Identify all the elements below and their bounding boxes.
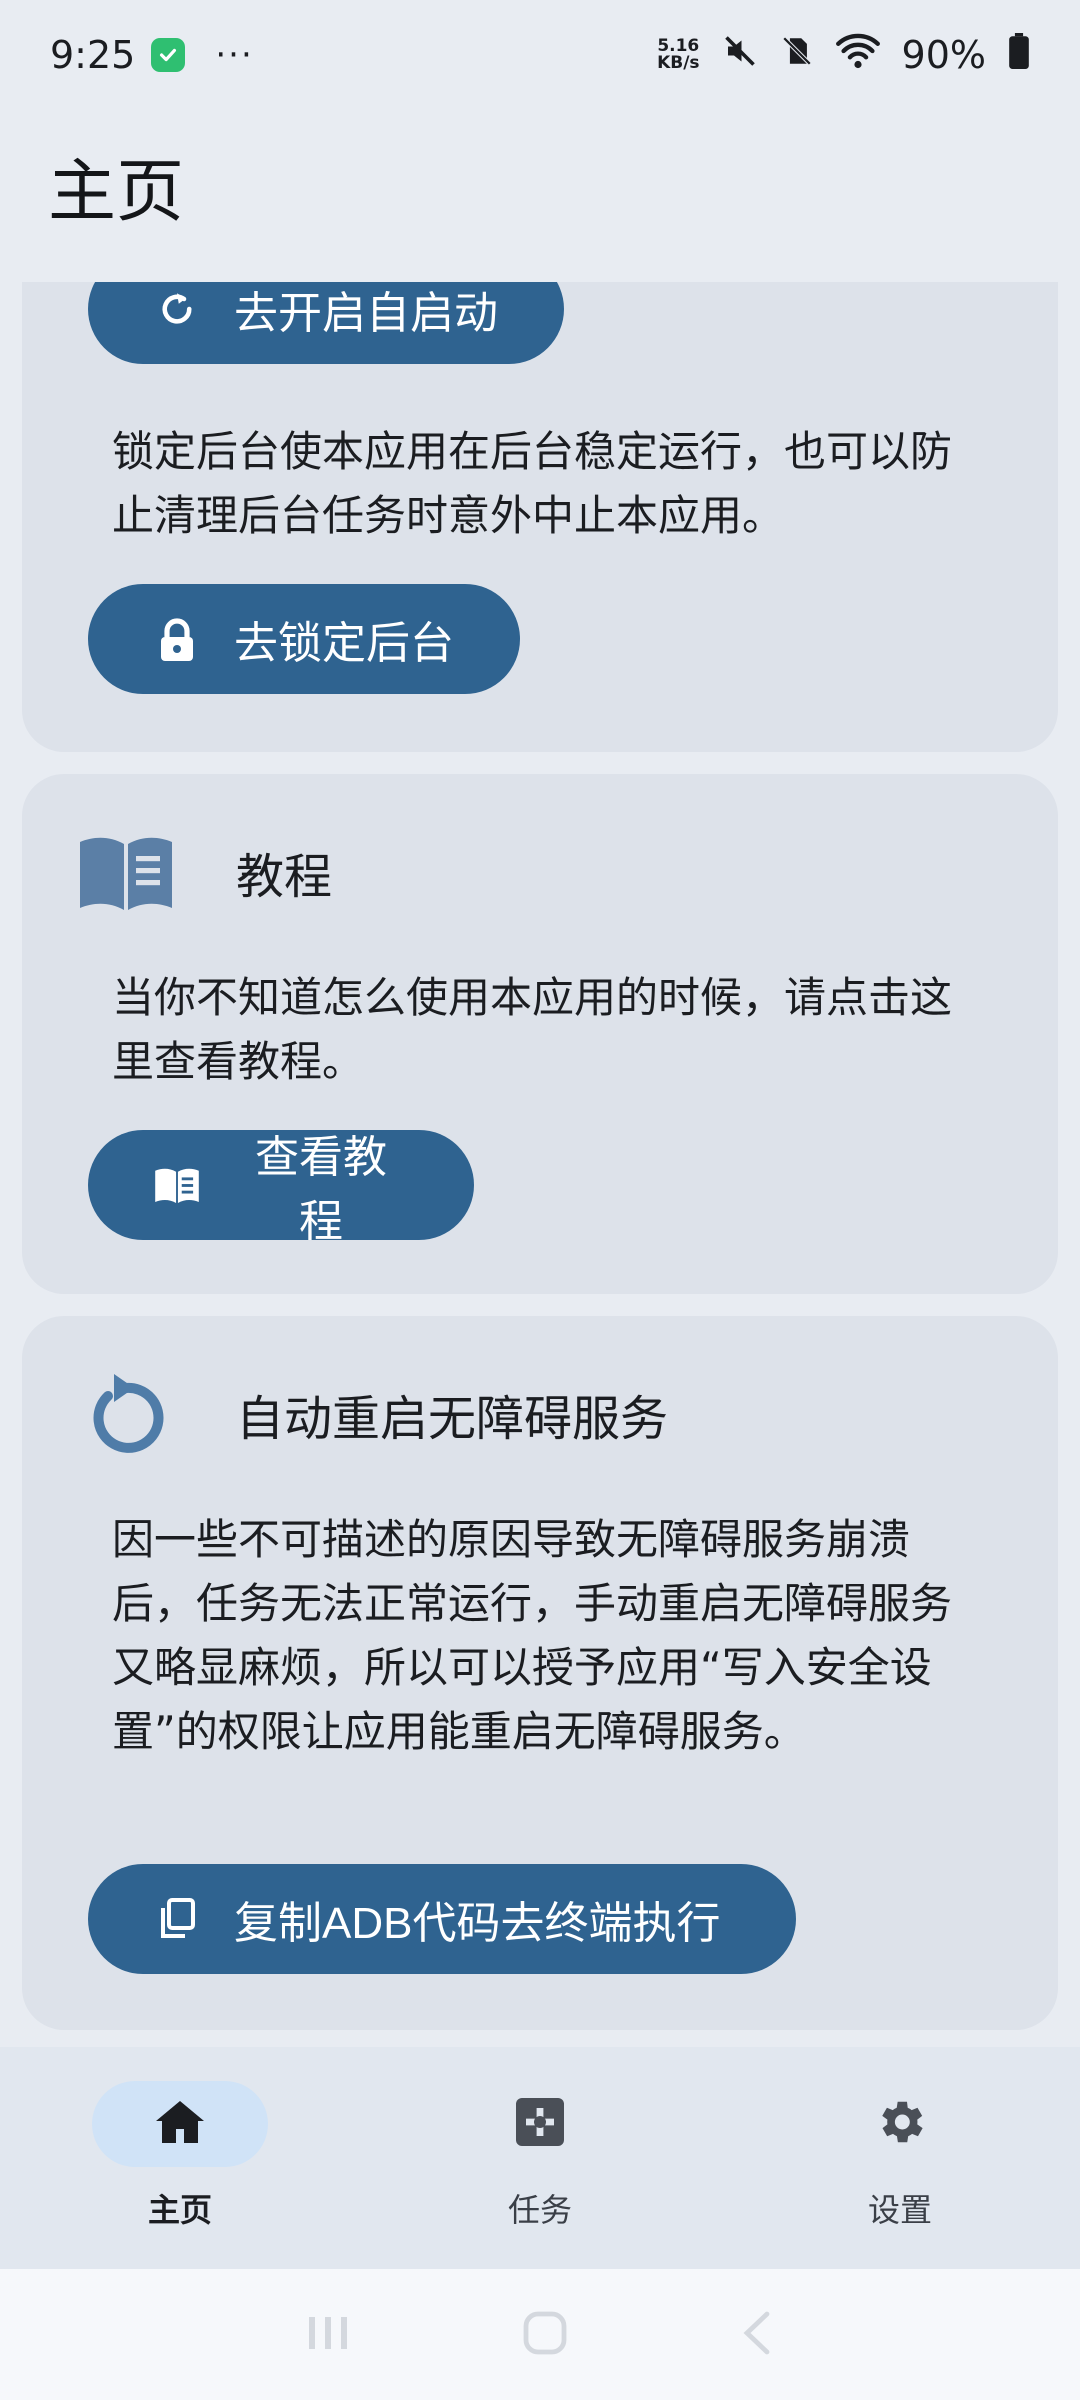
restart-title: 自动重启无障碍服务 <box>236 1391 669 1447</box>
view-tutorial-button[interactable]: 查看教程 <box>88 1130 474 1246</box>
nav-home-indicator <box>92 2081 268 2167</box>
app-bar: 主页 <box>0 110 1080 260</box>
net-speed: 5.16 KB/s <box>657 38 699 72</box>
nav-item-home[interactable]: 主页 <box>0 2047 360 2269</box>
refresh-icon <box>154 286 200 332</box>
nav-item-tasks[interactable]: 任务 <box>360 2047 720 2269</box>
mute-icon <box>722 33 758 78</box>
status-left: 9:25 ··· <box>50 33 254 77</box>
lock-background-button[interactable]: 去锁定后台 <box>88 584 520 694</box>
shield-check-icon <box>151 38 186 72</box>
nav-home-label: 主页 <box>147 2191 212 2229</box>
home-content[interactable]: 去开启自启动 锁定后台使本应用在后台稳定运行，也可以防止清理后台任务时意外中止本… <box>0 282 1080 2047</box>
battery-percent: 90% <box>901 33 986 77</box>
card-background-settings: 去开启自启动 锁定后台使本应用在后台稳定运行，也可以防止清理后台任务时意外中止本… <box>22 282 1058 752</box>
status-bar: 9:25 ··· 5.16 KB/s 90% <box>0 0 1080 110</box>
lock-icon <box>154 616 200 662</box>
system-navigation <box>0 2269 1080 2400</box>
recent-apps-button[interactable] <box>305 2313 351 2357</box>
nav-settings-label: 设置 <box>867 2191 932 2229</box>
book-open-icon <box>154 1162 200 1208</box>
copy-adb-code-button[interactable]: 复制ADB代码去终端执行 <box>88 1864 796 1974</box>
tutorial-title: 教程 <box>236 849 333 905</box>
tutorial-description: 当你不知道怎么使用本应用的时候，请点击这里查看教程。 <box>112 973 953 1086</box>
nav-tasks-label: 任务 <box>507 2191 572 2229</box>
bottom-navigation: 主页 任务 设置 <box>0 2047 1080 2269</box>
book-icon <box>76 822 176 922</box>
copy-adb-code-label: 复制ADB代码去终端执行 <box>234 1899 721 1948</box>
net-speed-unit: KB/s <box>657 53 700 73</box>
status-right: 5.16 KB/s 90% <box>657 32 1030 78</box>
tutorial-header: 教程 <box>76 822 332 922</box>
card-restart-accessibility: 自动重启无障碍服务 因一些不可描述的原因导致无障碍服务崩溃后，任务无法正常运行，… <box>22 1316 1058 2030</box>
enable-autostart-label: 去开启自启动 <box>234 289 498 338</box>
nav-item-settings[interactable]: 设置 <box>720 2047 1080 2269</box>
restart-icon <box>76 1364 176 1464</box>
more-notifications-icon: ··· <box>215 35 254 75</box>
nav-settings-indicator <box>812 2081 988 2167</box>
copy-icon <box>154 1896 200 1942</box>
battery-icon <box>1008 32 1030 78</box>
nav-tasks-indicator <box>452 2081 628 2167</box>
lock-background-label: 去锁定后台 <box>234 619 454 668</box>
wifi-icon <box>835 33 880 78</box>
status-time: 9:25 <box>50 33 136 77</box>
view-tutorial-label: 查看教程 <box>255 1133 387 1246</box>
no-sim-icon <box>780 33 814 78</box>
home-icon <box>154 2099 206 2149</box>
card-tutorial: 教程 当你不知道怎么使用本应用的时候，请点击这里查看教程。 查看教程 <box>22 774 1058 1294</box>
gear-icon <box>872 2094 928 2154</box>
lock-description: 锁定后台使本应用在后台稳定运行，也可以防止清理后台任务时意外中止本应用。 <box>112 427 953 540</box>
puzzle-icon <box>514 2096 566 2152</box>
home-system-button[interactable] <box>522 2310 568 2360</box>
page-title: 主页 <box>48 152 185 232</box>
restart-description: 因一些不可描述的原因导致无障碍服务崩溃后，任务无法正常运行，手动重启无障碍服务又… <box>112 1515 953 1756</box>
enable-autostart-button[interactable]: 去开启自启动 <box>88 282 564 364</box>
back-button[interactable] <box>739 2310 775 2360</box>
restart-header: 自动重启无障碍服务 <box>76 1364 668 1464</box>
